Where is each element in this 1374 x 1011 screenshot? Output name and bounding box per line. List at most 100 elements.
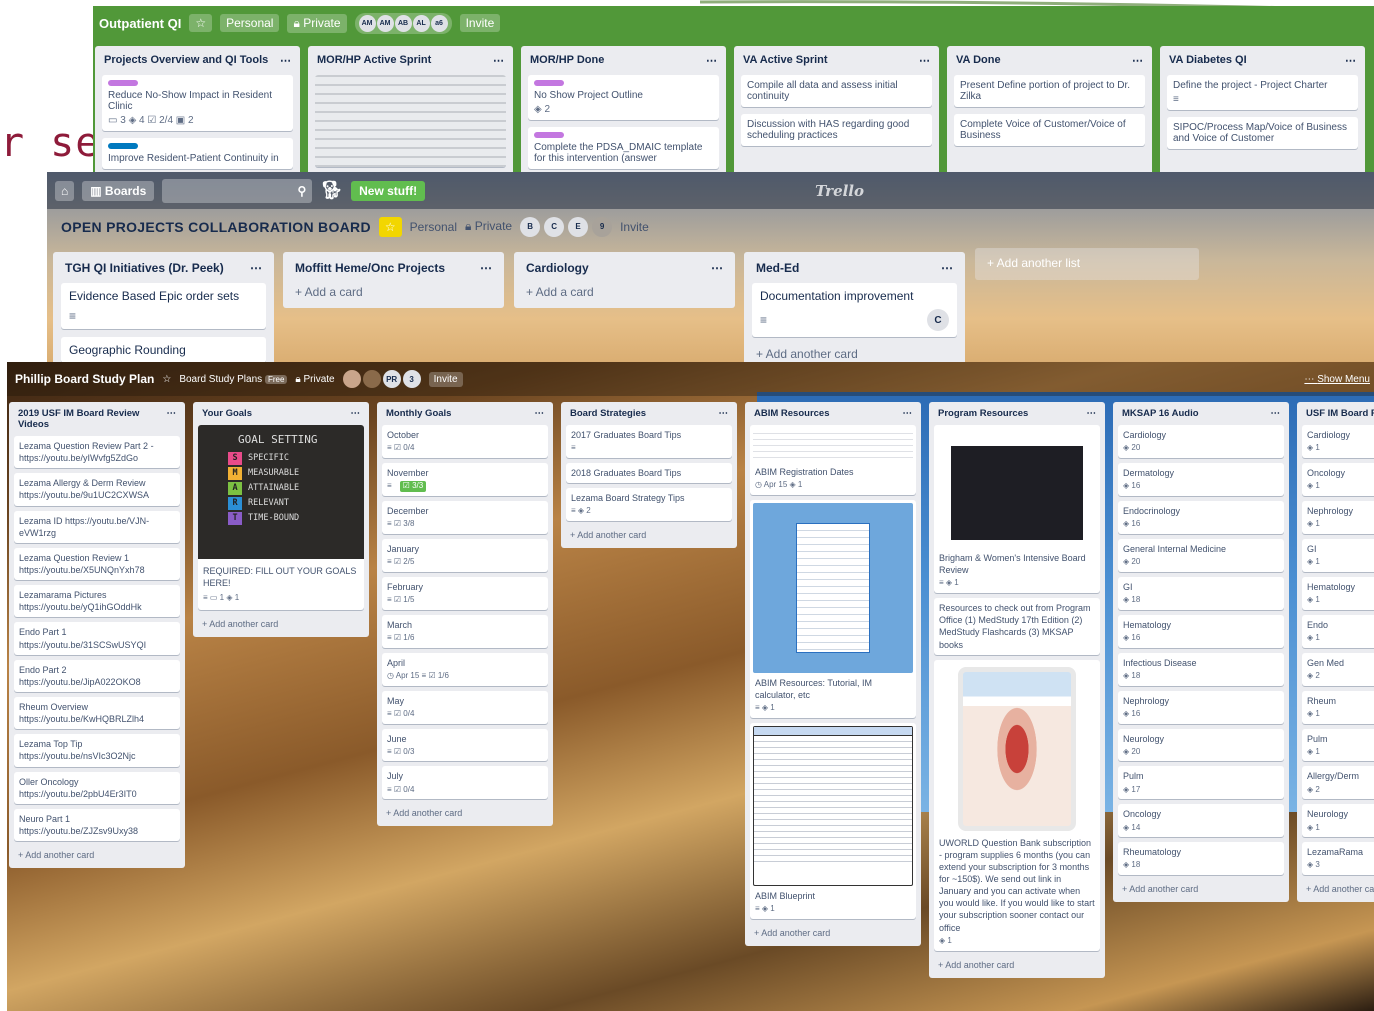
- card[interactable]: Improve Resident-Patient Continuity in: [102, 138, 293, 169]
- invite-button[interactable]: Invite: [620, 220, 649, 234]
- add-card-button[interactable]: + Add another card: [382, 804, 548, 822]
- list-menu-icon[interactable]: ⋯: [493, 54, 504, 67]
- card[interactable]: Hematology ◈ 16: [1118, 614, 1284, 648]
- card[interactable]: January ≡ ☑ 2/5: [382, 538, 548, 572]
- star-icon[interactable]: ☆: [378, 216, 402, 237]
- card[interactable]: Hematology ◈ 1: [1302, 576, 1374, 610]
- card[interactable]: Endo ◈ 1: [1302, 614, 1374, 648]
- card[interactable]: Lezama Board Strategy Tips ≡ ◈ 2: [566, 488, 732, 522]
- star-button[interactable]: ☆: [189, 14, 213, 32]
- team-button[interactable]: Board Study Plans Free: [179, 374, 288, 385]
- member-avatars[interactable]: PR 3: [342, 370, 421, 388]
- card[interactable]: Resources to check out from Program Offi…: [934, 598, 1100, 655]
- list-menu-icon[interactable]: ⋯: [1087, 408, 1097, 419]
- invite-button[interactable]: Invite: [428, 371, 463, 387]
- card[interactable]: March ≡ ☑ 1/6: [382, 614, 548, 648]
- member-avatar[interactable]: a6: [430, 14, 448, 32]
- card[interactable]: Brigham & Women's Intensive Board Review…: [934, 425, 1100, 594]
- member-avatar[interactable]: C: [927, 309, 949, 331]
- member-avatar[interactable]: B: [520, 216, 541, 237]
- new-stuff-button[interactable]: New stuff!: [351, 180, 426, 201]
- team-button[interactable]: Personal: [220, 14, 280, 32]
- team-button[interactable]: Personal: [410, 220, 457, 234]
- list-menu-icon[interactable]: ⋯: [711, 261, 723, 275]
- card[interactable]: Complete Voice of Customer/Voice of Busi…: [954, 114, 1145, 146]
- card[interactable]: Endo Part 1 https://youtu.be/31SCSwUSYQI: [14, 622, 180, 655]
- member-avatars[interactable]: BCE9: [520, 216, 613, 237]
- card[interactable]: Documentation improvement ≡ C: [752, 283, 957, 337]
- add-card-button[interactable]: + Add a card: [522, 283, 727, 301]
- member-avatar[interactable]: AM: [358, 14, 376, 32]
- card[interactable]: Rheum ◈ 1: [1302, 690, 1374, 724]
- card[interactable]: Rheumatology ◈ 18: [1118, 842, 1284, 876]
- boards-button[interactable]: ▥ Boards: [82, 180, 155, 201]
- list-menu-icon[interactable]: ⋯: [480, 261, 492, 275]
- member-avatar[interactable]: 9: [592, 216, 613, 237]
- search-input[interactable]: ⚲: [162, 178, 313, 203]
- board-title[interactable]: Phillip Board Study Plan: [15, 372, 154, 386]
- add-card-button[interactable]: + Add a card: [291, 283, 496, 301]
- board-title[interactable]: Outpatient QI: [99, 16, 181, 31]
- member-avatar[interactable]: AM: [376, 14, 394, 32]
- card[interactable]: October ≡ ☑ 0/4: [382, 425, 548, 458]
- add-card-button[interactable]: + Add another card: [750, 924, 916, 942]
- card[interactable]: Lezama ID https://youtu.be/VJN-eVW1rzg: [14, 510, 180, 543]
- card[interactable]: General Internal Medicine ◈ 20: [1118, 538, 1284, 572]
- list-menu-icon[interactable]: ⋯: [535, 408, 545, 419]
- card[interactable]: ABIM Blueprint ≡ ◈ 1: [750, 723, 916, 919]
- add-card-button[interactable]: + Add another card: [1302, 880, 1374, 898]
- list-menu-icon[interactable]: ⋯: [941, 261, 953, 275]
- add-card-button[interactable]: + Add another card: [1118, 880, 1284, 898]
- card[interactable]: Geographic Rounding: [61, 337, 266, 363]
- card[interactable]: Neurology ◈ 20: [1118, 728, 1284, 762]
- card[interactable]: GOAL SETTING S SPECIFIC M MEASURABLE A ATTAINA…: [198, 425, 364, 611]
- card[interactable]: Endo Part 2 https://youtu.be/JipA022OKO8: [14, 659, 180, 692]
- card[interactable]: ABIM Registration Dates ◷ Apr 15 ◈ 1: [750, 425, 916, 495]
- star-icon[interactable]: ☆: [162, 374, 171, 385]
- card[interactable]: Present Define portion of project to Dr.…: [954, 75, 1145, 107]
- card[interactable]: Cardiology ◈ 20: [1118, 425, 1284, 458]
- card[interactable]: Nephrology ◈ 1: [1302, 500, 1374, 534]
- card[interactable]: [315, 75, 506, 167]
- card[interactable]: Compile all data and assess initial cont…: [741, 75, 932, 107]
- trello-logo[interactable]: Trello: [433, 182, 1366, 200]
- board-title[interactable]: OPEN PROJECTS COLLABORATION BOARD: [61, 219, 371, 235]
- visibility-button[interactable]: 🔒︎ Private: [465, 219, 512, 234]
- member-avatar[interactable]: PR: [382, 370, 401, 388]
- card[interactable]: Lezama Question Review Part 2 - https://…: [14, 436, 180, 469]
- card[interactable]: Lezamarama Pictures https://youtu.be/yQ1…: [14, 585, 180, 618]
- card[interactable]: April ◷ Apr 15 ≡ ☑ 1/6: [382, 652, 548, 686]
- list-menu-icon[interactable]: ⋯: [919, 54, 930, 67]
- card[interactable]: Pulm ◈ 1: [1302, 728, 1374, 762]
- add-card-button[interactable]: + Add another card: [566, 526, 732, 544]
- card[interactable]: Rheum Overview https://youtu.be/KwHQBRLZ…: [14, 696, 180, 730]
- card[interactable]: UWORLD Question Bank subscription - prog…: [934, 659, 1100, 951]
- list-menu-icon[interactable]: ⋯: [1132, 54, 1143, 67]
- card[interactable]: No Show Project Outline ◈ 2: [528, 75, 719, 120]
- card[interactable]: Complete the PDSA_DMAIC template for thi…: [528, 127, 719, 169]
- list-menu-icon[interactable]: ⋯: [719, 408, 729, 419]
- card[interactable]: Neurology ◈ 1: [1302, 804, 1374, 838]
- card[interactable]: SIPOC/Process Map/Voice of Business and …: [1167, 117, 1358, 149]
- card[interactable]: 2018 Graduates Board Tips: [566, 462, 732, 484]
- card[interactable]: Oncology ◈ 1: [1302, 462, 1374, 496]
- card[interactable]: Endocrinology ◈ 16: [1118, 500, 1284, 534]
- card[interactable]: February ≡ ☑ 1/5: [382, 576, 548, 610]
- add-card-button[interactable]: + Add another card: [14, 846, 180, 864]
- card[interactable]: Lezama Allergy & Derm Review https://you…: [14, 473, 180, 506]
- card[interactable]: Dermatology ◈ 16: [1118, 462, 1284, 496]
- card[interactable]: Cardiology ◈ 1: [1302, 425, 1374, 458]
- card[interactable]: Pulm ◈ 17: [1118, 766, 1284, 800]
- add-list-button[interactable]: + Add another list: [975, 248, 1199, 280]
- member-avatar[interactable]: AL: [412, 14, 430, 32]
- card[interactable]: 2017 Graduates Board Tips ≡: [566, 425, 732, 458]
- list-menu-icon[interactable]: ⋯: [706, 54, 717, 67]
- card[interactable]: LezamaRama ◈ 3: [1302, 842, 1374, 876]
- card[interactable]: Oller Oncology https://youtu.be/2pbU4Er3…: [14, 771, 180, 804]
- member-avatar[interactable]: AB: [394, 14, 412, 32]
- list-menu-icon[interactable]: ⋯: [280, 54, 291, 67]
- card[interactable]: Lezama Top Tip https://youtu.be/nsVIc3O2…: [14, 734, 180, 767]
- card[interactable]: Lezama Question Review 1 https://youtu.b…: [14, 547, 180, 581]
- visibility-button[interactable]: 🔒︎ Private: [287, 13, 347, 33]
- list-menu-icon[interactable]: ⋯: [351, 408, 361, 419]
